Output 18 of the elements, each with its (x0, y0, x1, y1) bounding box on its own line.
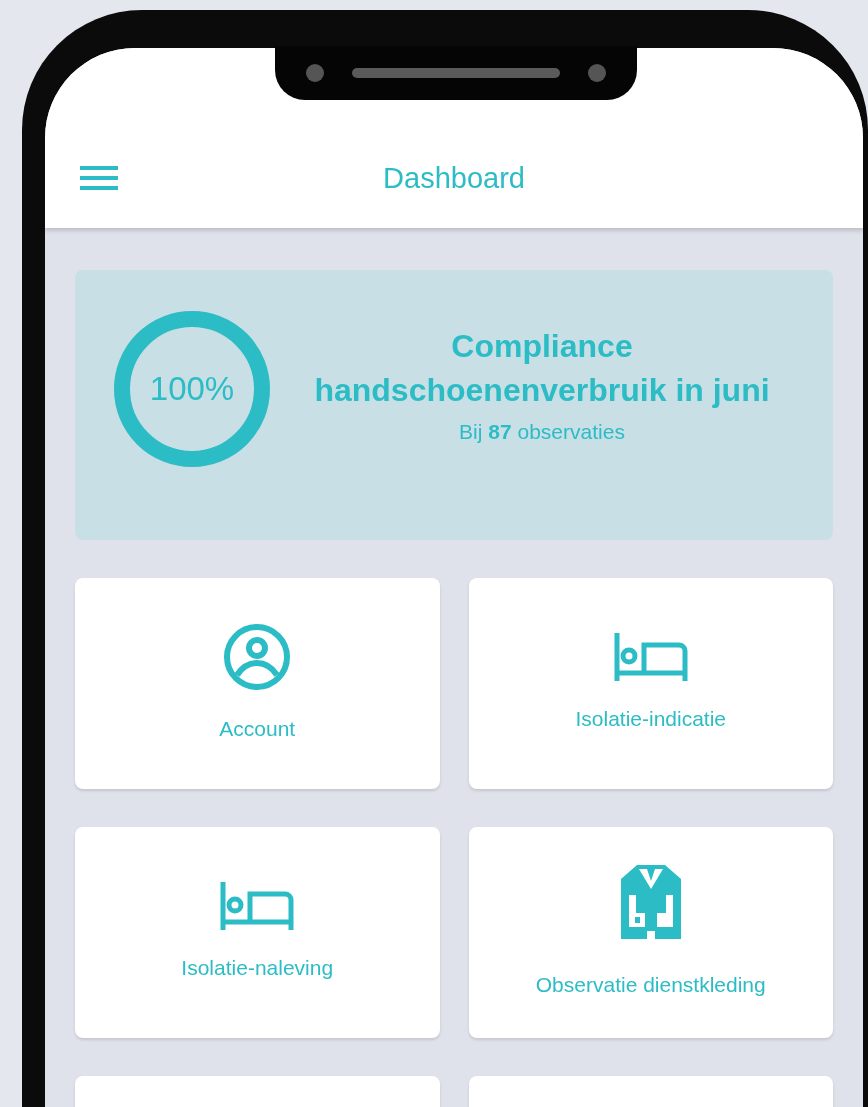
tile-label: Account (219, 715, 296, 742)
tile-label: Isolatie-indicatie (575, 705, 727, 732)
tile-label: Isolatie-naleving (181, 954, 334, 981)
person-icon (223, 622, 292, 691)
menu-tile[interactable]: Isolatie-indicatie (468, 578, 833, 789)
tile-label: Observatie dienstkleding (535, 971, 766, 998)
menu-button[interactable] (80, 164, 118, 192)
banner-title: Compliance handschoenenverbruik in juni (313, 327, 771, 410)
bed-icon (220, 881, 295, 930)
screen-title: Dashboard (383, 160, 525, 196)
camera-icon (306, 64, 324, 82)
menu-tile[interactable]: Observatie dienstkleding (468, 827, 833, 1038)
sensor-icon (588, 64, 606, 82)
bed-icon (613, 632, 688, 681)
banner-subtitle: Bij 87 observaties (459, 419, 625, 445)
percent-text: 100% (149, 369, 235, 410)
menu-tile[interactable]: Isolatie-naleving (75, 827, 440, 1038)
menu-tile[interactable]: Account (75, 578, 440, 789)
